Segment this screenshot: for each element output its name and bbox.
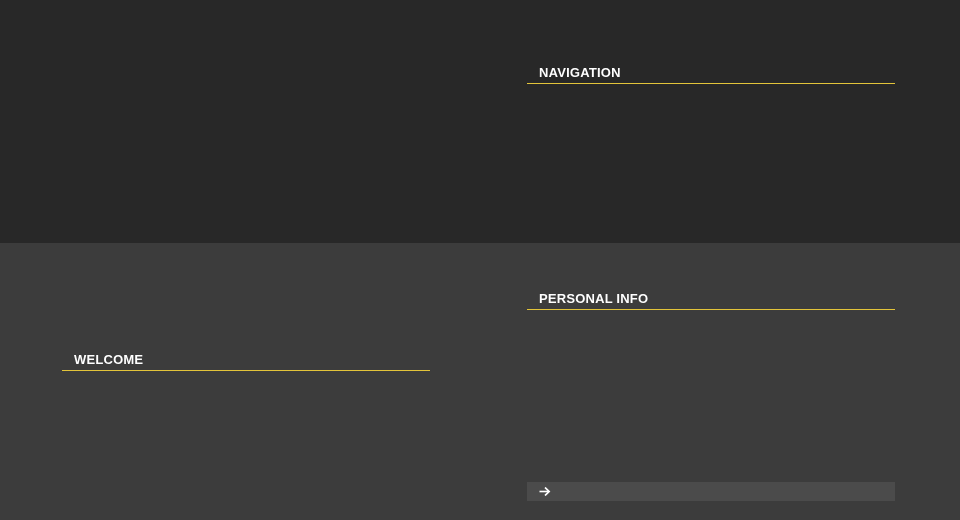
- arrow-right-icon[interactable]: [539, 486, 551, 497]
- personal-info-heading: PERSONAL INFO: [527, 290, 895, 310]
- bottom-band: [0, 243, 960, 520]
- navigation-heading: NAVIGATION: [527, 64, 895, 84]
- top-band: [0, 0, 960, 243]
- welcome-heading: WELCOME: [62, 351, 430, 371]
- more-link-bar[interactable]: [527, 482, 895, 501]
